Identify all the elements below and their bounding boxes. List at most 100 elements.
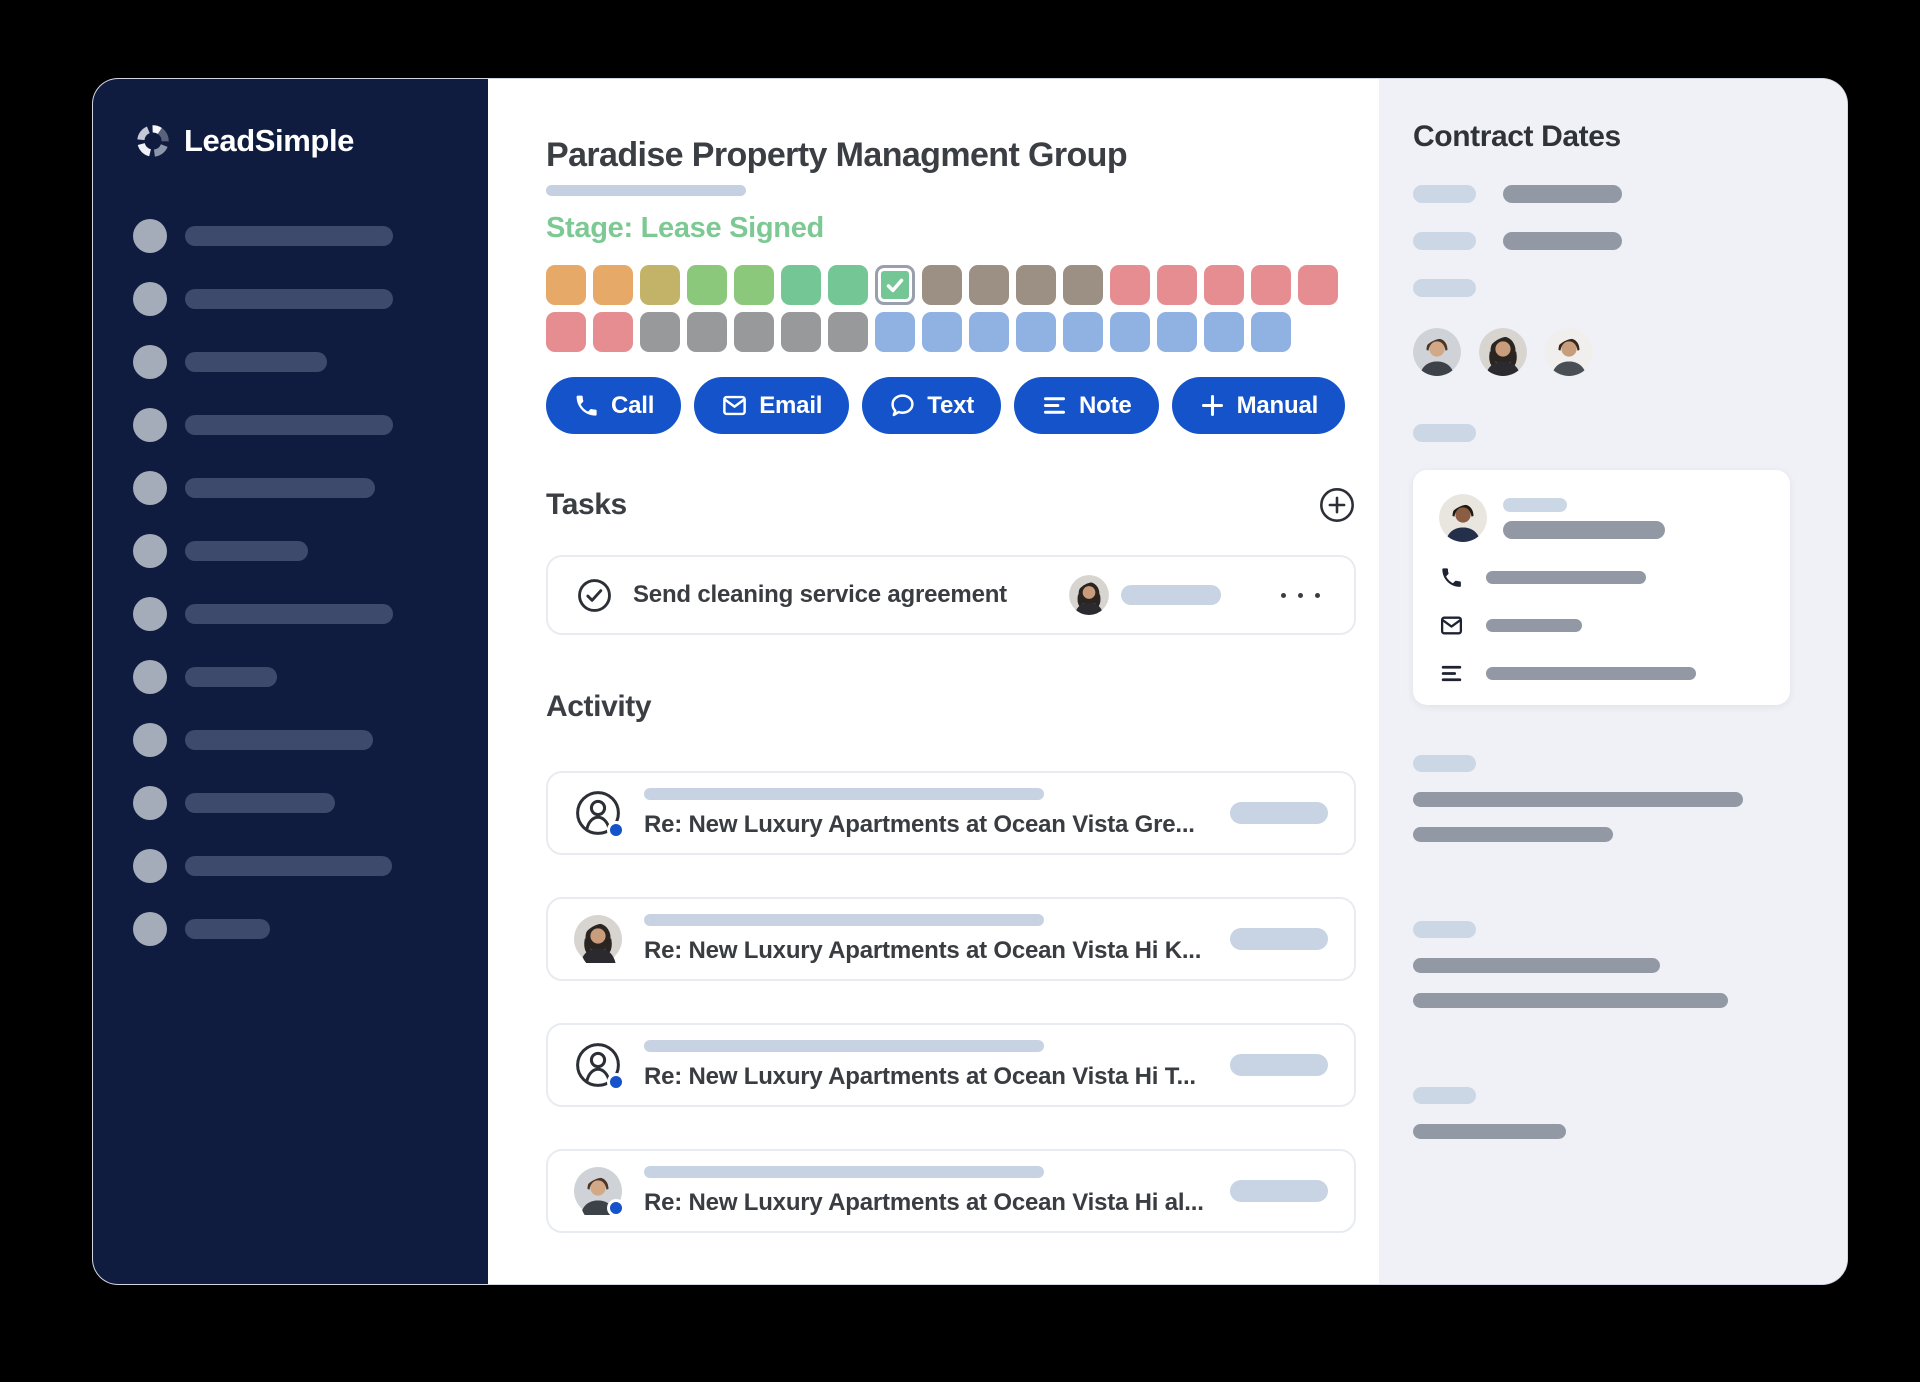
stage-square-brown[interactable] [969,265,1009,305]
action-button-call[interactable]: Call [546,377,681,434]
field-value-placeholder [1413,827,1613,842]
sidebar-item-2[interactable] [133,282,488,316]
activity-title: Re: New Luxury Apartments at Ocean Vista… [644,811,1195,839]
activity-time-placeholder [1230,1054,1328,1076]
person-circle-icon [574,789,622,837]
activity-time-placeholder [1230,1180,1328,1202]
sidebar-item-label-placeholder [185,226,393,246]
sidebar-item-1[interactable] [133,219,488,253]
stage-square-blue[interactable] [922,312,962,352]
field-group-2 [1413,921,1813,1008]
stage-square-green[interactable] [734,265,774,305]
stage-square-orange[interactable] [593,265,633,305]
avatar-man [574,1167,622,1215]
sidebar-item-icon-placeholder [133,219,167,253]
field-label-placeholder [1413,279,1476,297]
stage-square-orange[interactable] [546,265,586,305]
activity-meta-placeholder [644,1040,1044,1052]
stage-square-blue[interactable] [969,312,1009,352]
stage-square-red[interactable] [1204,265,1244,305]
stage-pipeline-row-1 [546,265,1356,305]
sidebar-item-4[interactable] [133,408,488,442]
activity-section-header: Activity [546,690,1356,724]
task-item[interactable]: Send cleaning service agreement [546,555,1356,635]
envelope-icon [721,392,748,419]
sidebar-item-9[interactable] [133,723,488,757]
plus-icon [1199,392,1226,419]
task-menu-button[interactable] [1281,593,1320,598]
sidebar-item-10[interactable] [133,786,488,820]
sidebar-item-11[interactable] [133,849,488,883]
action-button-manual[interactable]: Manual [1172,377,1345,434]
stage-square-blue[interactable] [1016,312,1056,352]
task-check-icon[interactable] [576,577,613,614]
sidebar-item-7[interactable] [133,597,488,631]
sidebar-item-3[interactable] [133,345,488,379]
stage-square-blue[interactable] [1063,312,1103,352]
action-label: Email [759,392,822,420]
sidebar-item-icon-placeholder [133,345,167,379]
action-label: Call [611,392,654,420]
stage-square-blue[interactable] [875,312,915,352]
add-task-button[interactable] [1318,486,1356,524]
right-panel-title: Contract Dates [1413,120,1813,154]
activity-item[interactable]: Re: New Luxury Apartments at Ocean Vista… [546,897,1356,981]
stage-square-red[interactable] [546,312,586,352]
phone-icon [1439,565,1464,590]
sidebar-item-label-placeholder [185,289,393,309]
activity-item[interactable]: Re: New Luxury Apartments at Ocean Vista… [546,1149,1356,1233]
stage-square-brown[interactable] [1063,265,1103,305]
stage-square-gray[interactable] [781,312,821,352]
note-lines-icon [1439,661,1464,686]
stage-square-current[interactable] [875,265,915,305]
stage-square-teal[interactable] [781,265,821,305]
stage-square-red[interactable] [1110,265,1150,305]
sidebar-item-6[interactable] [133,534,488,568]
activity-meta-placeholder [644,1166,1044,1178]
sidebar-item-label-placeholder [185,793,335,813]
stage-square-gray[interactable] [687,312,727,352]
stage-square-red[interactable] [1298,265,1338,305]
date-label-placeholder [1413,185,1476,203]
field-value-placeholder [1413,993,1728,1008]
stage-pipeline [546,265,1356,352]
stage-square-blue[interactable] [1251,312,1291,352]
activity-text-block: Re: New Luxury Apartments at Ocean Vista… [644,1166,1204,1217]
contact-avatar [1439,494,1487,542]
sidebar-item-icon-placeholder [133,597,167,631]
activity-heading: Activity [546,690,651,724]
stage-square-gray[interactable] [734,312,774,352]
stage-square-blue[interactable] [1157,312,1197,352]
stage-pipeline-row-2 [546,312,1356,352]
sidebar-item-label-placeholder [185,730,373,750]
stage-square-blue[interactable] [1110,312,1150,352]
field-label-placeholder [1413,424,1476,442]
stage-label: Stage: Lease Signed [546,212,1356,245]
sidebar: LeadSimple [93,79,488,1284]
sidebar-item-icon-placeholder [133,660,167,694]
stage-square-red[interactable] [1251,265,1291,305]
stage-square-gray[interactable] [828,312,868,352]
action-button-text[interactable]: Text [862,377,1001,434]
sidebar-item-5[interactable] [133,471,488,505]
sidebar-item-8[interactable] [133,660,488,694]
stage-square-green[interactable] [687,265,727,305]
action-label: Note [1079,392,1132,420]
activity-text-block: Re: New Luxury Apartments at Ocean Vista… [644,788,1195,839]
page-title: Paradise Property Managment Group [546,136,1356,175]
stage-square-red[interactable] [593,312,633,352]
activity-item[interactable]: Re: New Luxury Apartments at Ocean Vista… [546,1023,1356,1107]
stage-square-red[interactable] [1157,265,1197,305]
activity-item[interactable]: Re: New Luxury Apartments at Ocean Vista… [546,771,1356,855]
tasks-heading: Tasks [546,488,627,522]
action-button-email[interactable]: Email [694,377,849,434]
stage-square-gray[interactable] [640,312,680,352]
stage-square-brown[interactable] [1016,265,1056,305]
stage-square-brown[interactable] [922,265,962,305]
stage-square-blue[interactable] [1204,312,1244,352]
stage-square-teal[interactable] [828,265,868,305]
sidebar-item-12[interactable] [133,912,488,946]
team-avatar-man-beard [1545,328,1593,376]
stage-square-olive[interactable] [640,265,680,305]
action-button-note[interactable]: Note [1014,377,1159,434]
